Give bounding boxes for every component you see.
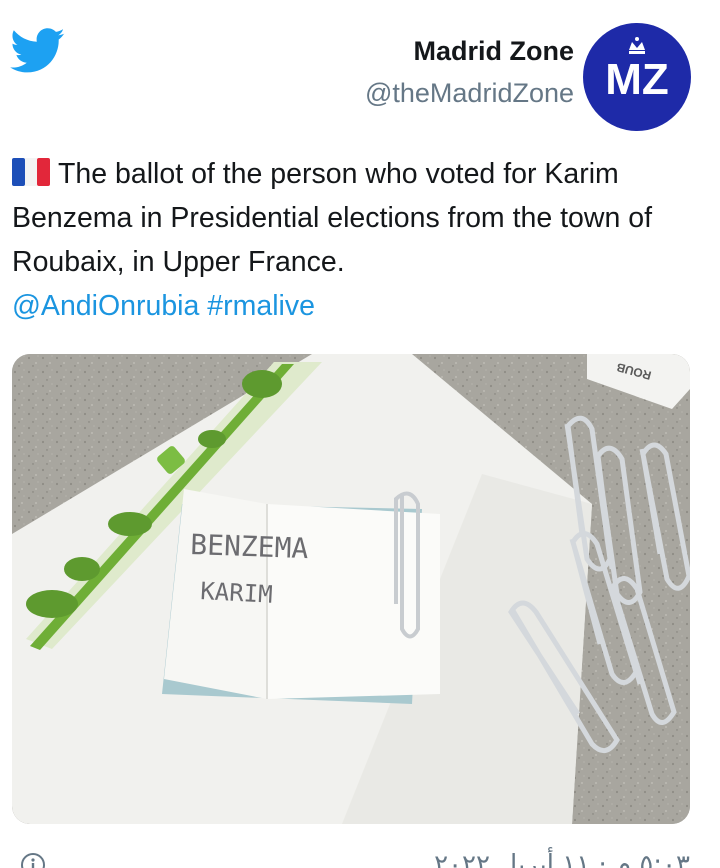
tweet-author[interactable]: Madrid Zone @theMadridZone [365,34,574,112]
author-handle[interactable]: @theMadridZone [365,74,574,112]
hashtag-link[interactable]: #rmalive [207,290,315,322]
mention-link[interactable]: @AndiOnrubia [12,290,199,322]
tweet-text: The ballot of the person who voted for K… [12,152,708,328]
tweet-meta: ٥:٠٣ م · ١١ أبريل ٢٠٢٢ [0,840,720,868]
ballot-paper: BENZEMA KARIM [164,489,440,699]
info-icon[interactable] [20,852,46,868]
author-name[interactable]: Madrid Zone [365,34,575,68]
ballot-handwriting-line1: BENZEMA [190,528,309,565]
tweet-photo[interactable]: BENZEMA KARIM ROUB [12,354,690,824]
ballot-handwriting-line2: KARIM [200,577,274,609]
tweet-timestamp[interactable]: ٥:٠٣ م · ١١ أبريل ٢٠٢٢ [434,850,690,868]
avatar[interactable]: MZ [582,22,692,132]
tweet-body: The ballot of the person who voted for K… [12,158,652,278]
avatar-monogram: MZ [605,55,669,104]
france-flag-icon [12,158,50,186]
twitter-bird-icon [10,28,65,73]
